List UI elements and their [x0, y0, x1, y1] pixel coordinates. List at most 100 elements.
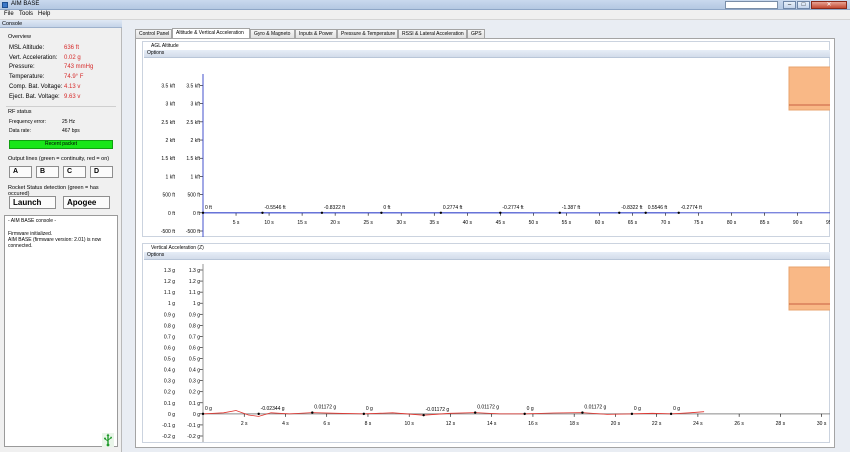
pressure-label: Pressure:: [9, 64, 35, 70]
acceleration-y-tick-label: 0.2 g: [164, 390, 175, 396]
acceleration-x-tick-label: 22 s: [652, 421, 662, 427]
output-a-button[interactable]: A: [9, 166, 32, 178]
output-lines-label: Output lines (green = continuity, red = …: [8, 156, 110, 162]
altitude-y-tick-label: 3.5 kft: [186, 83, 200, 89]
title-bar: AIM BASE – □ ✕: [0, 0, 850, 10]
close-button[interactable]: ✕: [811, 1, 847, 9]
minimize-button[interactable]: –: [783, 1, 796, 9]
maximize-button[interactable]: □: [797, 1, 810, 9]
altitude-y-tick-label: 2 kft: [166, 138, 176, 144]
acceleration-x-tick-label: 12 s: [446, 421, 456, 427]
output-c-button[interactable]: C: [63, 166, 86, 178]
acceleration-chart-box: Vertical Acceleration (Z) Options -0.2 g…: [142, 243, 830, 443]
acceleration-overview-box[interactable]: [788, 266, 830, 311]
altitude-data-label: -0.8322 ft: [324, 205, 346, 211]
acceleration-data-label: 0.01172 g: [584, 405, 606, 411]
acceleration-y-tick-label: 0.8 g: [164, 323, 175, 329]
acceleration-chart-title: Vertical Acceleration (Z): [151, 245, 204, 251]
acceleration-y-tick-label: 1.3 g: [164, 268, 175, 274]
acceleration-x-tick-label: 28 s: [776, 421, 786, 427]
acceleration-data-label: 0 g: [205, 406, 212, 412]
overview-label: Overview: [8, 34, 31, 40]
acceleration-options-bar[interactable]: Options: [144, 252, 830, 260]
altitude-y-tick-label: 1.5 kft: [161, 156, 175, 162]
acceleration-y-tick-label: 0.1 g: [164, 401, 175, 407]
altitude-data-point: [320, 211, 324, 215]
acceleration-y-tick-label: 0.1 g: [189, 401, 200, 407]
acceleration-data-label: -0.02344 g: [261, 406, 285, 412]
tab-pressure-temperature[interactable]: Pressure & Temperature: [337, 29, 398, 38]
altitude-y-tick-label: 1.5 kft: [186, 156, 200, 162]
acceleration-data-point: [362, 412, 366, 416]
console-log-text: Firmware initialized. AIM BASE (firmware…: [8, 231, 102, 249]
acceleration-y-tick-label: 1.1 g: [164, 290, 175, 296]
acceleration-data-label: -0.01172 g: [426, 407, 450, 413]
console-log[interactable]: - AIM BASE console - Firmware initialize…: [4, 215, 118, 447]
altitude-x-tick-label: 30 s: [396, 220, 406, 226]
tab-gyro-magneto[interactable]: Gyro & Magneto: [250, 29, 295, 38]
altitude-y-tick-label: 2.5 kft: [161, 120, 175, 126]
altitude-x-tick-label: 35 s: [430, 220, 440, 226]
tab-control-panel[interactable]: Control Panel: [135, 29, 172, 38]
acceleration-x-tick-label: 8 s: [365, 421, 372, 427]
altitude-data-label: 0 ft: [383, 205, 391, 211]
altitude-x-tick-label: 10 s: [264, 220, 274, 226]
altitude-x-tick-label: 15 s: [297, 220, 307, 226]
altitude-y-tick-label: -500 ft: [186, 229, 201, 235]
altitude-x-tick-label: 75 s: [694, 220, 704, 226]
altitude-y-tick-label: 0 ft: [168, 211, 176, 217]
acceleration-x-tick-label: 20 s: [611, 421, 621, 427]
altitude-overview-box[interactable]: [788, 66, 830, 111]
acceleration-data-point: [523, 412, 526, 416]
altitude-y-tick-label: 3 kft: [191, 102, 201, 108]
tab-gps[interactable]: GPS: [467, 29, 485, 38]
pressure-value: 743 mmHg: [64, 64, 94, 70]
acceleration-y-tick-label: 1.3 g: [189, 268, 200, 274]
usb-icon: [102, 433, 114, 447]
altitude-data-point: [380, 211, 383, 215]
search-input[interactable]: [725, 1, 778, 9]
tab-rssi-lateral-acceleration[interactable]: RSSI & Lateral Acceleration: [398, 29, 467, 38]
altitude-data-label: -0.2774 ft: [502, 205, 524, 211]
temperature-label: Temperature:: [9, 74, 45, 80]
acceleration-y-tick-label: 0.7 g: [189, 334, 200, 340]
altitude-options-bar[interactable]: Options: [144, 50, 830, 58]
tab-inputs-power[interactable]: Inputs & Power: [295, 29, 337, 38]
acceleration-x-tick-label: 18 s: [569, 421, 579, 427]
altitude-data-label: 0 ft: [205, 205, 213, 211]
acceleration-y-tick-label: 1.1 g: [189, 290, 200, 296]
menu-help[interactable]: Help: [38, 11, 50, 17]
acceleration-x-tick-label: 30 s: [817, 421, 827, 427]
altitude-data-point: [644, 211, 647, 215]
window-title: AIM BASE: [11, 1, 40, 7]
acceleration-data-point: [201, 412, 205, 416]
acceleration-y-tick-label: 0.6 g: [189, 345, 200, 351]
altitude-x-tick-label: 20 s: [330, 220, 340, 226]
altitude-chart-box: AGL Altitude Options -500 ft -500 ft 0 ft 0…: [142, 41, 830, 237]
acceleration-data-label: 0.01172 g: [477, 405, 499, 411]
rf-status-label: RF status: [8, 109, 32, 115]
acceleration-data-point: [257, 412, 260, 416]
launch-button[interactable]: Launch: [9, 196, 56, 209]
output-b-button[interactable]: B: [36, 166, 59, 178]
acceleration-x-tick-label: 24 s: [693, 421, 703, 427]
apogee-button[interactable]: Apogee: [63, 196, 110, 209]
console-panel: Console Overview MSL Altitude: 636 ft Ve…: [0, 20, 122, 452]
acceleration-data-label: 0 g: [634, 406, 641, 412]
menu-tools[interactable]: Tools: [19, 11, 33, 17]
acceleration-y-tick-label: 0.8 g: [189, 323, 200, 329]
altitude-y-tick-label: 1 kft: [191, 174, 201, 180]
divider: [6, 106, 116, 107]
acceleration-data-point: [422, 413, 425, 417]
menu-file[interactable]: File: [4, 11, 14, 17]
tab-altitude-vertical-acceleration[interactable]: Altitude & Vertical Acceleration: [172, 28, 250, 38]
acceleration-data-point: [630, 412, 634, 416]
menu-bar: File Tools Help: [0, 10, 850, 20]
output-d-button[interactable]: D: [90, 166, 113, 178]
acceleration-y-tick-label: 1.2 g: [189, 279, 200, 285]
altitude-y-tick-label: 3 kft: [166, 102, 176, 108]
acceleration-y-tick-label: 0 g: [193, 412, 200, 418]
altitude-x-tick-label: 60 s: [595, 220, 605, 226]
frequency-error-value: 25 Hz: [62, 119, 76, 125]
msl-altitude-label: MSL Altitude:: [9, 45, 45, 51]
